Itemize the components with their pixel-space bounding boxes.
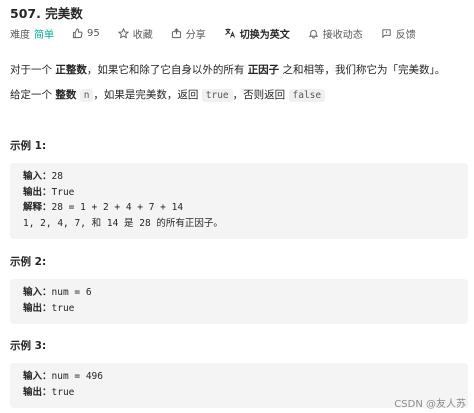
- difficulty: 难度 简单: [10, 26, 54, 41]
- output-key: 输出：: [23, 386, 52, 398]
- example-3-output: 输出：true: [23, 385, 455, 401]
- feedback-button[interactable]: 反馈: [381, 26, 416, 41]
- output-key: 输出：: [23, 186, 52, 198]
- desc-text: ，否则返回: [232, 89, 289, 101]
- watermark: CSDN @友人苏: [394, 399, 466, 410]
- desc-text: ，如果是完美数，返回: [93, 89, 202, 101]
- collect-label: 收藏: [132, 29, 153, 41]
- difficulty-value: 简单: [34, 29, 54, 41]
- problem-meta-bar: 难度 简单 95 收藏 分享 切换为英文 接收动态 反馈: [10, 24, 434, 42]
- inline-code-true: true: [201, 89, 233, 102]
- inline-code-n: n: [79, 89, 94, 102]
- translate-label: 切换为英文: [239, 29, 290, 41]
- output-value: true: [51, 386, 75, 398]
- example-1-explain-line-2: 1, 2, 4, 7, 和 14 是 28 的所有正因子。: [23, 217, 223, 229]
- share-button[interactable]: 分享: [171, 26, 206, 41]
- thumbs-up-icon: [72, 27, 83, 38]
- problem-title: 507. 完美数: [10, 6, 83, 21]
- desc-text: 给定一个: [10, 89, 56, 101]
- example-2-output: 输出：true: [23, 301, 455, 317]
- translate-button[interactable]: 切换为英文: [224, 26, 290, 41]
- example-1-box: 输入：28 输出：True 解释：28 = 1 + 2 + 4 + 7 + 14…: [10, 163, 468, 239]
- desc-text: 之和相等，我们称它为「完美数」。: [279, 64, 446, 76]
- example-2-input: 输入：num = 6: [23, 285, 455, 301]
- desc-bold-divisor: 正因子: [247, 64, 280, 76]
- explain-value: 28 = 1 + 2 + 4 + 7 + 14: [51, 202, 184, 213]
- bell-icon: [308, 29, 319, 39]
- example-3-input: 输入：num = 496: [23, 369, 455, 385]
- feedback-label: 反馈: [395, 29, 416, 41]
- collect-button[interactable]: 收藏: [117, 26, 153, 41]
- desc-bold-positive-integer: 正整数: [55, 64, 87, 76]
- input-key: 输入：: [23, 287, 52, 298]
- input-key: 输入：: [23, 371, 52, 382]
- star-icon: [117, 27, 129, 39]
- example-2-title: 示例 2:: [10, 256, 47, 268]
- output-value: True: [51, 186, 75, 198]
- like-count: 95: [87, 27, 100, 39]
- input-value: num = 6: [51, 287, 92, 298]
- notify-button[interactable]: 接收动态: [308, 26, 363, 41]
- output-key: 输出：: [23, 302, 52, 314]
- problem-page: 507. 完美数 难度 简单 95 收藏 分享 切换为英文 接收动态 反馈 对于…: [0, 0, 474, 413]
- example-2-box: 输入：num = 6 输出：true: [10, 279, 468, 324]
- example-1-explain: 解释：28 = 1 + 2 + 4 + 7 + 14: [23, 200, 455, 216]
- input-value: num = 496: [51, 371, 103, 382]
- input-value: 28: [51, 171, 63, 182]
- example-3-title: 示例 3:: [10, 340, 47, 352]
- desc-text: ，如果它和除了它自身以外的所有: [86, 64, 248, 76]
- difficulty-label: 难度: [10, 29, 30, 41]
- translate-icon: [224, 28, 235, 38]
- feedback-icon: [382, 28, 391, 38]
- example-1-title: 示例 1:: [10, 140, 47, 152]
- description-line-1: 对于一个 正整数，如果它和除了它自身以外的所有 正因子 之和相等，我们称它为「完…: [10, 62, 445, 77]
- inline-code-false: false: [288, 89, 326, 102]
- example-1-output: 输出：True: [23, 185, 455, 201]
- example-1-input: 输入：28: [23, 169, 455, 185]
- input-key: 输入：: [23, 171, 52, 182]
- desc-text: 对于一个: [10, 64, 56, 76]
- output-value: true: [51, 302, 75, 314]
- desc-bold-integer: 整数: [55, 89, 77, 101]
- notify-label: 接收动态: [322, 29, 363, 41]
- share-icon: [171, 27, 181, 38]
- description-line-2: 给定一个 整数 n ，如果是完美数，返回 true ，否则返回 false: [10, 87, 326, 102]
- share-label: 分享: [185, 29, 206, 41]
- like-button[interactable]: 95: [72, 28, 100, 39]
- explain-key: 解释：: [23, 202, 52, 213]
